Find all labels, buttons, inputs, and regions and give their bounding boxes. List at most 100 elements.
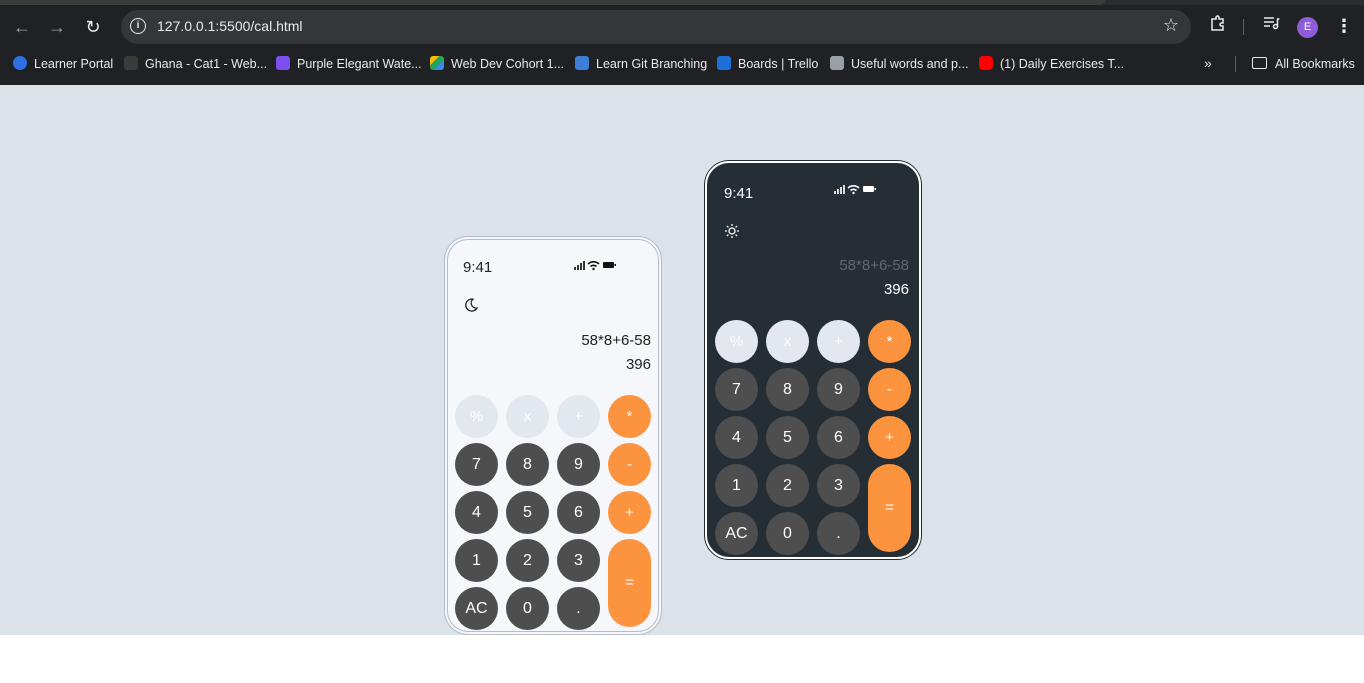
- media-controls-icon[interactable]: [1259, 14, 1283, 38]
- nine-button[interactable]: 9: [817, 368, 860, 411]
- dark-calculator: 9:41 58*8+6-58 396 % x + * 7 8 9 - 4 5 6…: [705, 161, 921, 559]
- equals-button[interactable]: =: [868, 464, 911, 552]
- all-bookmarks[interactable]: All Bookmarks: [1252, 56, 1355, 72]
- url-text[interactable]: 127.0.0.1:5500/cal.html: [157, 18, 303, 34]
- ac-button[interactable]: AC: [715, 512, 758, 555]
- dot-button[interactable]: .: [557, 587, 600, 630]
- bookmark-label: Purple Elegant Wate...: [297, 57, 422, 71]
- plus-button[interactable]: +: [868, 416, 911, 459]
- bookmark-item[interactable]: Purple Elegant Wate...: [276, 56, 422, 72]
- multiply-button[interactable]: *: [868, 320, 911, 363]
- light-calculator: 9:41 58*8+6-58 396 % x + * 7 8 9 - 4 5 6…: [444, 236, 662, 635]
- plus-button[interactable]: +: [608, 491, 651, 534]
- reload-icon[interactable]: ↻: [80, 14, 106, 40]
- active-tab[interactable]: [0, 0, 1105, 5]
- address-bar[interactable]: i 127.0.0.1:5500/cal.html ☆: [121, 10, 1191, 44]
- forward-icon[interactable]: →: [44, 14, 70, 40]
- seven-button[interactable]: 7: [715, 368, 758, 411]
- bookmarks-separator: [1235, 56, 1236, 72]
- back-icon[interactable]: ←: [9, 14, 35, 40]
- signal-icon: [834, 185, 845, 194]
- wifi-icon: [587, 261, 600, 271]
- moon-icon[interactable]: [463, 297, 479, 318]
- site-info-icon[interactable]: i: [130, 18, 146, 34]
- five-button[interactable]: 5: [506, 491, 549, 534]
- equals-button[interactable]: =: [608, 539, 651, 627]
- trello-icon: [717, 56, 731, 70]
- nine-button[interactable]: 9: [557, 443, 600, 486]
- all-bookmarks-label: All Bookmarks: [1275, 57, 1355, 71]
- status-time: 9:41: [724, 185, 754, 202]
- two-button[interactable]: 2: [506, 539, 549, 582]
- toolbar-separator: [1243, 19, 1244, 35]
- one-button[interactable]: 1: [455, 539, 498, 582]
- zero-button[interactable]: 0: [506, 587, 549, 630]
- bookmark-label: Web Dev Cohort 1...: [451, 57, 565, 71]
- expression-display: 58*8+6-58: [839, 257, 909, 274]
- extensions-icon[interactable]: [1206, 14, 1230, 38]
- browser-chrome: ← → ↻ i 127.0.0.1:5500/cal.html ☆ E ⋮ Le…: [0, 0, 1364, 85]
- zero-button[interactable]: 0: [766, 512, 809, 555]
- bookmark-favicon: [830, 56, 844, 70]
- bookmark-favicon: [276, 56, 290, 70]
- bookmark-label: (1) Daily Exercises T...: [1000, 57, 1125, 71]
- bookmark-item[interactable]: Useful words and p...: [830, 56, 968, 72]
- status-time: 9:41: [463, 259, 493, 276]
- eight-button[interactable]: 8: [766, 368, 809, 411]
- menu-kebab-icon[interactable]: ⋮: [1332, 14, 1356, 38]
- bookmark-item[interactable]: Learn Git Branching: [575, 56, 707, 72]
- six-button[interactable]: 6: [557, 491, 600, 534]
- bookmark-star-icon[interactable]: ☆: [1163, 15, 1179, 36]
- bookmark-label: Learner Portal: [34, 57, 114, 71]
- ac-button[interactable]: AC: [455, 587, 498, 630]
- youtube-icon: [979, 56, 993, 70]
- battery-icon: [863, 186, 876, 192]
- eight-button[interactable]: 8: [506, 443, 549, 486]
- bookmark-favicon: [575, 56, 589, 70]
- x-button[interactable]: x: [506, 395, 549, 438]
- plus-util-button[interactable]: +: [817, 320, 860, 363]
- bookmark-label: Ghana - Cat1 - Web...: [145, 57, 268, 71]
- dot-button[interactable]: .: [817, 512, 860, 555]
- six-button[interactable]: 6: [817, 416, 860, 459]
- chevron-double-right-icon[interactable]: »: [1204, 55, 1212, 71]
- four-button[interactable]: 4: [715, 416, 758, 459]
- bookmark-favicon: [13, 56, 27, 70]
- result-display: 396: [625, 356, 651, 373]
- bookmark-label: Boards | Trello: [738, 57, 819, 71]
- status-icons: [574, 258, 622, 271]
- result-display: 396: [883, 281, 909, 298]
- three-button[interactable]: 3: [557, 539, 600, 582]
- percent-button[interactable]: %: [715, 320, 758, 363]
- plus-util-button[interactable]: +: [557, 395, 600, 438]
- five-button[interactable]: 5: [766, 416, 809, 459]
- bookmark-favicon: [124, 56, 138, 70]
- bookmark-item[interactable]: Web Dev Cohort 1...: [430, 56, 564, 72]
- battery-icon: [603, 262, 616, 268]
- wifi-icon: [847, 185, 860, 195]
- multiply-button[interactable]: *: [608, 395, 651, 438]
- bookmark-item[interactable]: (1) Daily Exercises T...: [979, 56, 1124, 72]
- page-background: [0, 85, 1364, 635]
- sun-icon[interactable]: [724, 223, 740, 244]
- drive-icon: [430, 56, 444, 70]
- percent-button[interactable]: %: [455, 395, 498, 438]
- one-button[interactable]: 1: [715, 464, 758, 507]
- profile-avatar[interactable]: E: [1297, 17, 1318, 38]
- minus-button[interactable]: -: [868, 368, 911, 411]
- signal-icon: [574, 261, 585, 270]
- x-button[interactable]: x: [766, 320, 809, 363]
- status-icons: [834, 182, 882, 195]
- four-button[interactable]: 4: [455, 491, 498, 534]
- bookmark-label: Learn Git Branching: [596, 57, 708, 71]
- bookmarks-bar: Learner Portal Ghana - Cat1 - Web... Pur…: [0, 52, 1364, 76]
- bookmark-item[interactable]: Learner Portal: [13, 56, 113, 72]
- seven-button[interactable]: 7: [455, 443, 498, 486]
- bookmark-label: Useful words and p...: [851, 57, 969, 71]
- folder-icon: [1252, 57, 1267, 69]
- minus-button[interactable]: -: [608, 443, 651, 486]
- three-button[interactable]: 3: [817, 464, 860, 507]
- bookmark-item[interactable]: Ghana - Cat1 - Web...: [124, 56, 267, 72]
- bookmark-item[interactable]: Boards | Trello: [717, 56, 818, 72]
- two-button[interactable]: 2: [766, 464, 809, 507]
